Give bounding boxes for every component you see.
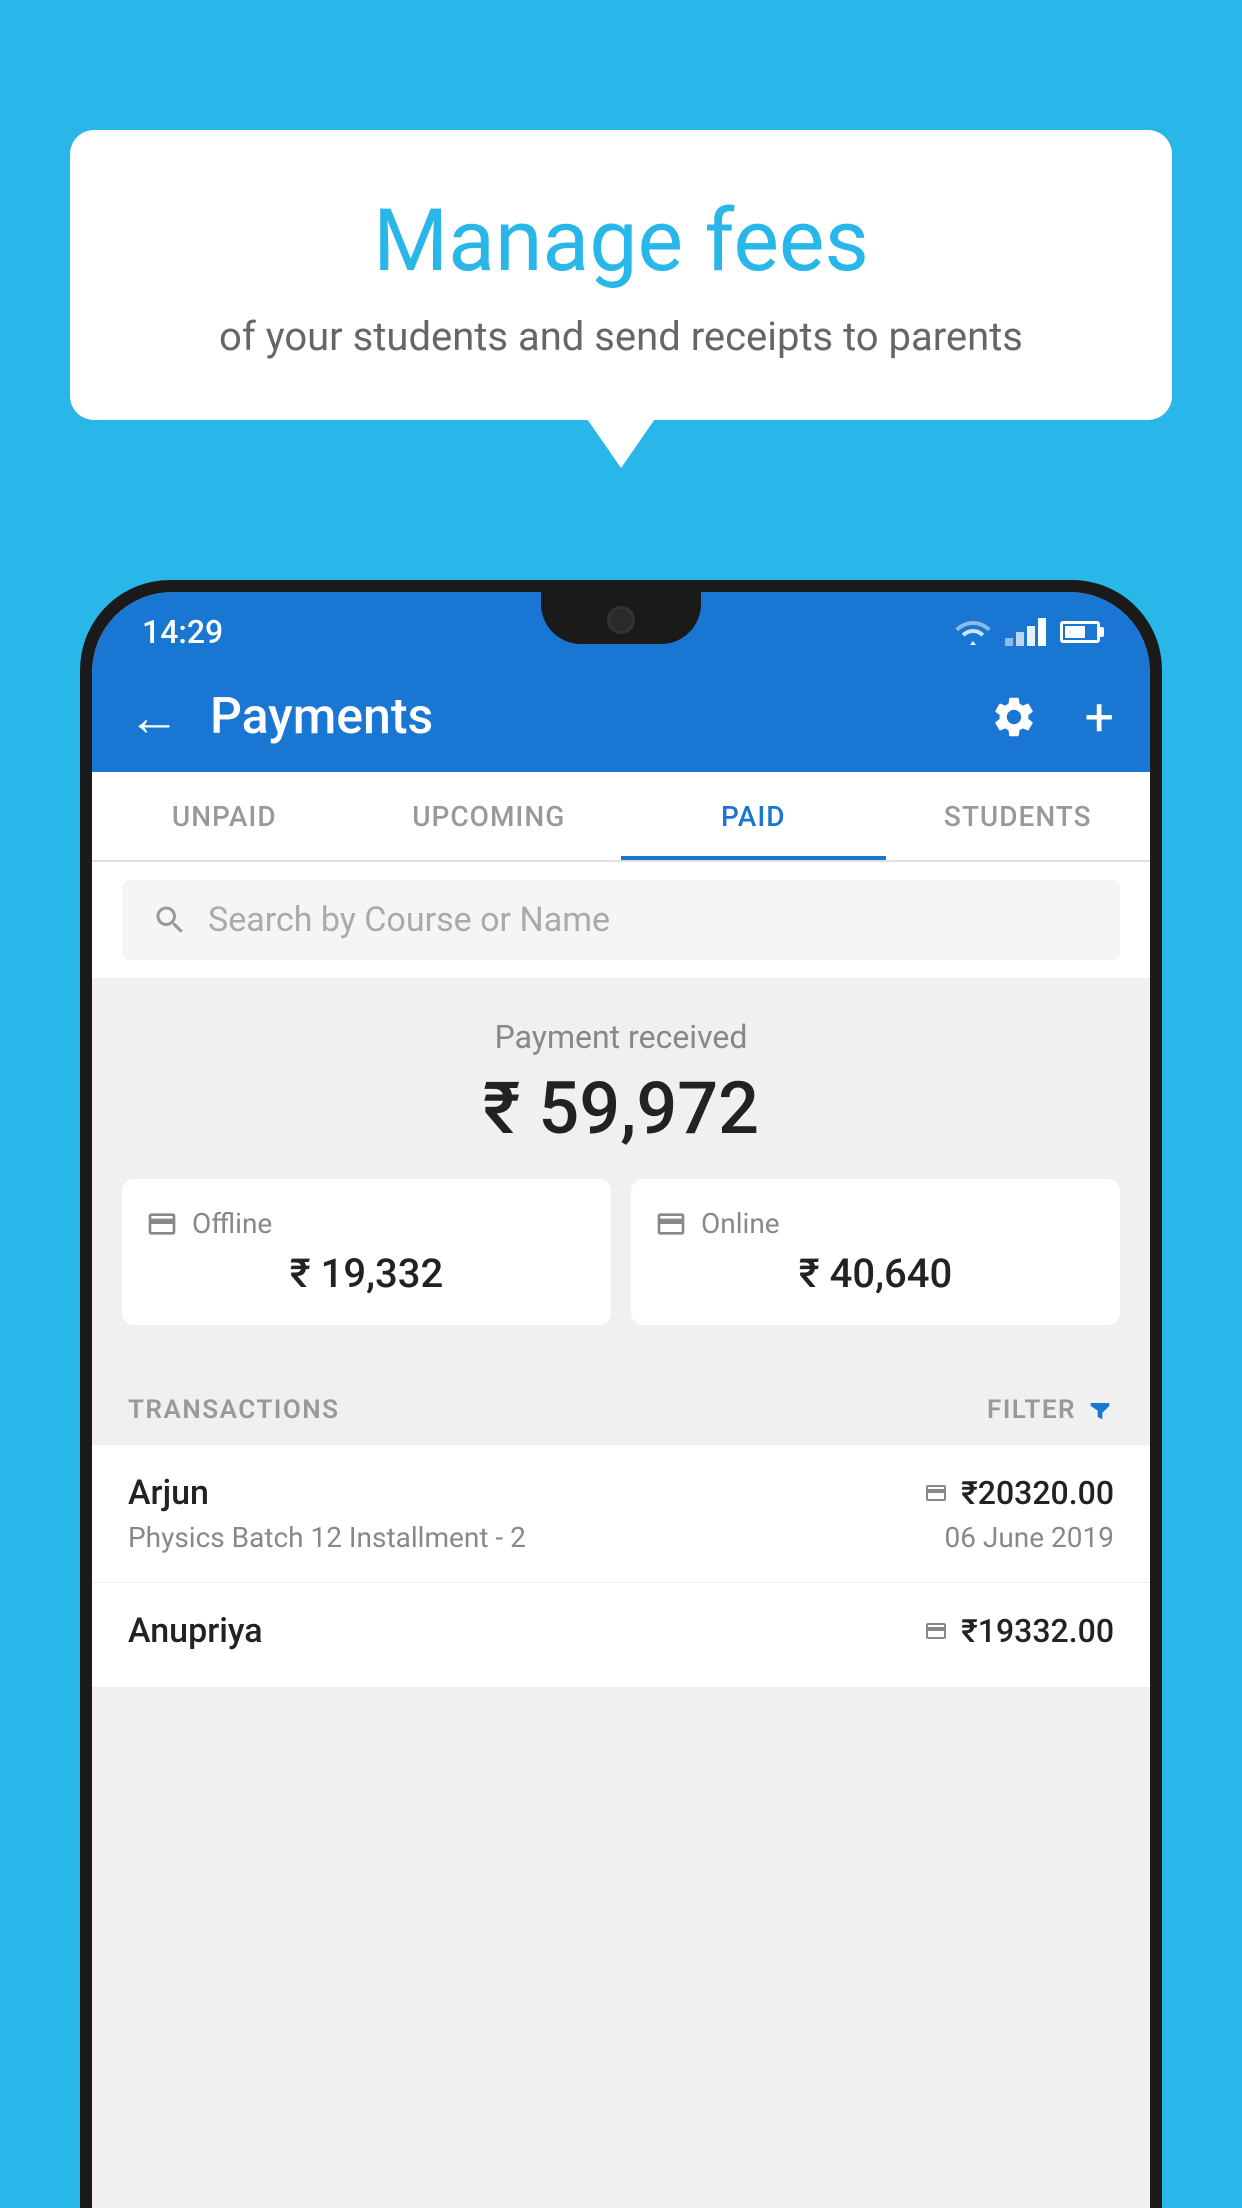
transaction-date-1: 06 June 2019 <box>944 1521 1114 1554</box>
gear-icon[interactable] <box>990 693 1038 741</box>
phone-inner: 14:29 <box>92 592 1150 2208</box>
offline-icon <box>146 1208 178 1240</box>
transaction-row-2: Anupriya ₹19332.00 <box>92 1583 1150 1688</box>
transaction-name-2: Anupriya <box>128 1611 263 1651</box>
transactions-header: TRANSACTIONS FILTER <box>92 1375 1150 1445</box>
transaction-top-2: Anupriya ₹19332.00 <box>128 1611 1114 1651</box>
offline-payment-icon <box>921 1619 951 1643</box>
tab-students[interactable]: STUDENTS <box>886 772 1151 860</box>
offline-card-header: Offline <box>146 1207 587 1240</box>
payment-cards: Offline ₹ 19,332 Online ₹ 40,640 <box>122 1179 1120 1345</box>
back-button[interactable]: ← <box>128 687 180 748</box>
transaction-amount-wrap-2: ₹19332.00 <box>921 1612 1114 1650</box>
search-icon <box>152 902 188 938</box>
signal-icon <box>1005 618 1046 646</box>
app-bar: ← Payments + <box>92 662 1150 772</box>
tab-upcoming[interactable]: UPCOMING <box>357 772 622 860</box>
transactions-label: TRANSACTIONS <box>128 1395 340 1425</box>
tab-unpaid[interactable]: UNPAID <box>92 772 357 860</box>
filter-icon <box>1086 1396 1114 1424</box>
bubble-subtitle: of your students and send receipts to pa… <box>150 313 1092 360</box>
transaction-row: Arjun ₹20320.00 Physics Batch 12 Install… <box>92 1445 1150 1583</box>
offline-card: Offline ₹ 19,332 <box>122 1179 611 1325</box>
online-payment-icon <box>921 1481 951 1505</box>
offline-label: Offline <box>192 1207 272 1240</box>
transaction-amount-wrap-1: ₹20320.00 <box>921 1474 1114 1512</box>
payment-section: Payment received ₹ 59,972 Offline ₹ 19,3… <box>92 978 1150 1375</box>
search-box[interactable]: Search by Course or Name <box>122 880 1120 960</box>
camera <box>607 606 635 634</box>
tab-paid[interactable]: PAID <box>621 772 886 860</box>
offline-amount: ₹ 19,332 <box>146 1250 587 1297</box>
status-time: 14:29 <box>142 613 223 651</box>
online-icon <box>655 1208 687 1240</box>
transaction-top-1: Arjun ₹20320.00 <box>128 1473 1114 1513</box>
wifi-icon <box>955 617 991 647</box>
transaction-desc-1: Physics Batch 12 Installment - 2 <box>128 1521 526 1554</box>
add-button[interactable]: + <box>1084 687 1114 748</box>
online-label: Online <box>701 1207 780 1240</box>
payment-total-amount: ₹ 59,972 <box>122 1066 1120 1151</box>
online-card: Online ₹ 40,640 <box>631 1179 1120 1325</box>
transaction-bottom-1: Physics Batch 12 Installment - 2 06 June… <box>128 1521 1114 1554</box>
tabs-bar: UNPAID UPCOMING PAID STUDENTS <box>92 772 1150 862</box>
search-container: Search by Course or Name <box>92 862 1150 978</box>
filter-button[interactable]: FILTER <box>987 1395 1114 1425</box>
battery-icon <box>1060 621 1100 643</box>
online-card-header: Online <box>655 1207 1096 1240</box>
filter-label: FILTER <box>987 1395 1076 1425</box>
phone-frame: 14:29 <box>80 580 1162 2208</box>
screen: 14:29 <box>92 592 1150 2208</box>
status-icons <box>955 617 1100 647</box>
speech-bubble: Manage fees of your students and send re… <box>70 130 1172 420</box>
transaction-amount-2: ₹19332.00 <box>961 1612 1114 1650</box>
payment-received-label: Payment received <box>122 1018 1120 1056</box>
search-placeholder: Search by Course or Name <box>208 900 610 940</box>
transaction-amount-1: ₹20320.00 <box>961 1474 1114 1512</box>
online-amount: ₹ 40,640 <box>655 1250 1096 1297</box>
app-title: Payments <box>210 688 960 746</box>
bubble-title: Manage fees <box>150 190 1092 291</box>
speech-bubble-container: Manage fees of your students and send re… <box>70 130 1172 420</box>
transaction-name-1: Arjun <box>128 1473 209 1513</box>
notch <box>541 592 701 644</box>
